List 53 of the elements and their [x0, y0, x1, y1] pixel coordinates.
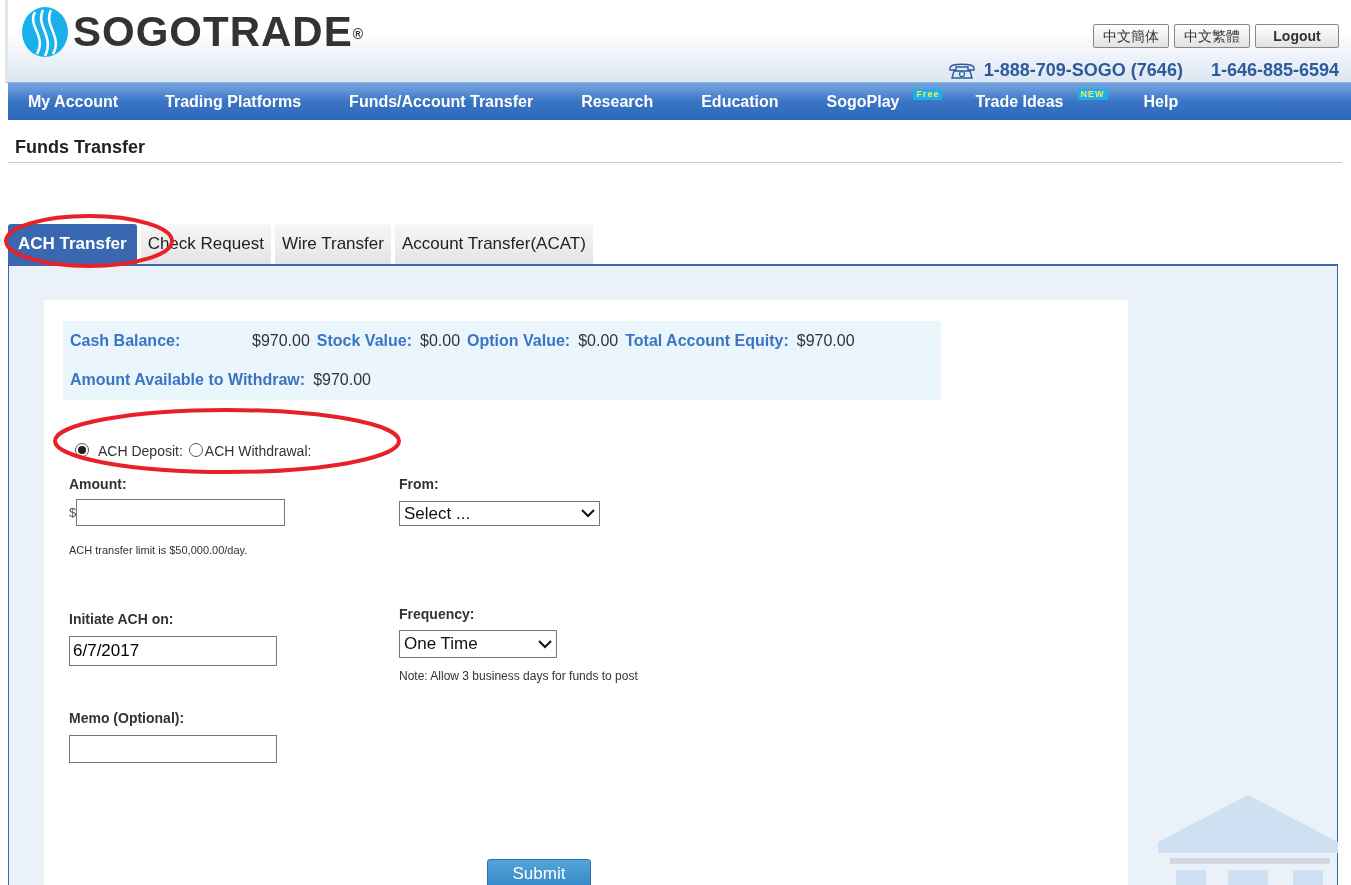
logo-text: SOGOTRADE$^{®}$: [73, 10, 364, 53]
radio-label: ACH Withdrawal:: [204, 442, 312, 461]
balance-value: $970.00: [313, 370, 371, 390]
field-label: Amount:: [69, 475, 128, 494]
balance-value: $970.00: [252, 331, 310, 351]
balance-label: Amount Available to Withdraw:: [70, 370, 306, 390]
nav-link[interactable]: Help: [1143, 89, 1179, 114]
frequency-note: Note: Allow 3 business days for funds to post: [399, 668, 638, 685]
language-button[interactable]: 中文簡体: [1093, 24, 1169, 48]
chevron-down-icon: [581, 509, 595, 518]
date-field[interactable]: 6/7/2017: [69, 635, 277, 666]
amount-field[interactable]: [76, 499, 286, 526]
telephone-icon: [947, 62, 976, 79]
tab[interactable]: Account Transfer(ACAT): [394, 224, 593, 264]
balance-value: $0.00: [578, 331, 619, 351]
currency-symbol: $: [69, 503, 77, 522]
logo-icon: [21, 5, 69, 58]
phone-number: 1-888-709-SOGO (7646): [983, 59, 1183, 82]
radio-label: ACH Deposit:: [98, 442, 183, 461]
balance-value: $970.00: [796, 331, 855, 351]
nav-link[interactable]: SogoPlay: [826, 89, 900, 114]
memo-field[interactable]: [69, 734, 277, 763]
frequency-dropdown[interactable]: One Time: [399, 630, 557, 658]
field-label: Initiate ACH on:: [69, 609, 175, 629]
submit-button[interactable]: Submit: [487, 859, 591, 885]
nav-link[interactable]: Trading Platforms: [165, 89, 302, 114]
balance-label: Cash Balance:: [70, 331, 182, 351]
radio-button[interactable]: [75, 443, 89, 457]
badge: NEW: [1077, 89, 1108, 100]
account-dropdown[interactable]: Select ...: [399, 501, 600, 526]
nav-link[interactable]: Research: [581, 89, 654, 114]
chevron-down-icon: [538, 639, 552, 649]
language-button[interactable]: 中文繁體: [1174, 24, 1250, 48]
field-label: Frequency:: [399, 605, 476, 624]
phone-number: 1-646-885-6594: [1210, 59, 1339, 82]
balance-label: Stock Value:: [316, 331, 412, 351]
logout-button[interactable]: Logout: [1255, 24, 1339, 48]
balance-value: $0.00: [420, 331, 461, 351]
radio-button[interactable]: [188, 443, 203, 457]
badge: Free: [913, 89, 943, 100]
page-title: Funds Transfer: [15, 136, 147, 158]
limit-note: ACH transfer limit is $50,000.00/day.: [69, 543, 249, 558]
tab[interactable]: Wire Transfer: [274, 224, 391, 264]
field-label: Memo (Optional):: [69, 708, 186, 728]
field-label: From:: [399, 475, 440, 494]
nav-link[interactable]: Funds/Account Transfer: [349, 89, 534, 114]
balance-label: Option Value:: [467, 331, 571, 351]
nav-link[interactable]: My Account: [28, 89, 119, 114]
bank-icon: [1158, 795, 1338, 885]
nav-link[interactable]: Education: [701, 89, 779, 114]
nav-link[interactable]: Trade Ideas: [975, 89, 1064, 114]
balance-label: Total Account Equity:: [625, 331, 789, 351]
tab[interactable]: ACH Transfer: [8, 224, 137, 264]
